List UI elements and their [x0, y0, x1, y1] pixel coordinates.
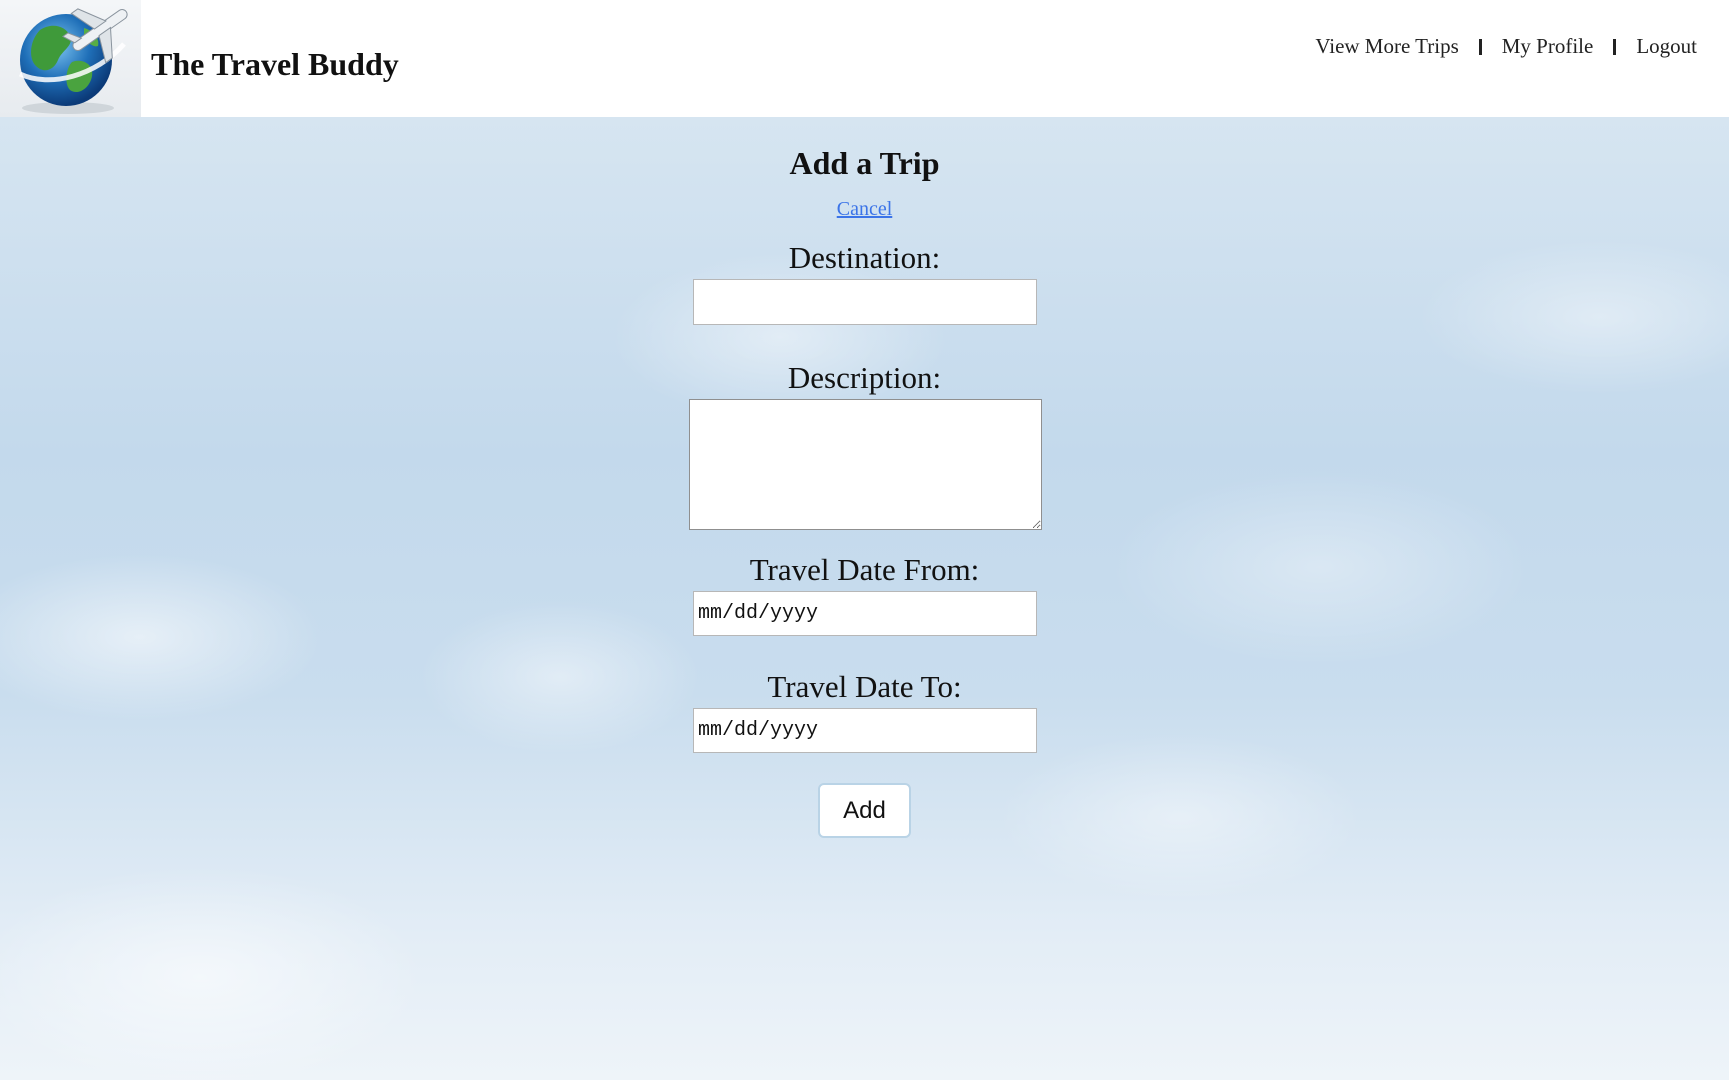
cancel-link-container: Cancel	[0, 198, 1729, 221]
nav-logout[interactable]: Logout	[1636, 34, 1697, 59]
destination-input[interactable]	[693, 279, 1037, 325]
date-to-input[interactable]	[693, 708, 1037, 753]
description-textarea[interactable]	[689, 399, 1042, 530]
destination-label: Destination:	[788, 240, 941, 275]
nav-divider	[1613, 38, 1617, 55]
date-from-input[interactable]	[693, 591, 1037, 636]
nav-divider	[1478, 38, 1482, 55]
add-button[interactable]: Add	[818, 783, 911, 838]
description-label: Description:	[787, 360, 942, 395]
site-title: The Travel Buddy	[151, 46, 399, 82]
date-from-label: Travel Date From:	[749, 552, 980, 587]
cancel-link[interactable]: Cancel	[837, 198, 893, 220]
nav-my-profile[interactable]: My Profile	[1502, 34, 1594, 59]
top-nav: View More Trips My Profile Logout	[1315, 34, 1697, 59]
nav-view-more-trips[interactable]: View More Trips	[1315, 34, 1458, 59]
header: The Travel Buddy View More Trips My Prof…	[0, 0, 1729, 117]
globe-airplane-icon[interactable]	[0, 0, 141, 117]
date-to-label: Travel Date To:	[767, 669, 962, 704]
page-title: Add a Trip	[789, 145, 940, 181]
